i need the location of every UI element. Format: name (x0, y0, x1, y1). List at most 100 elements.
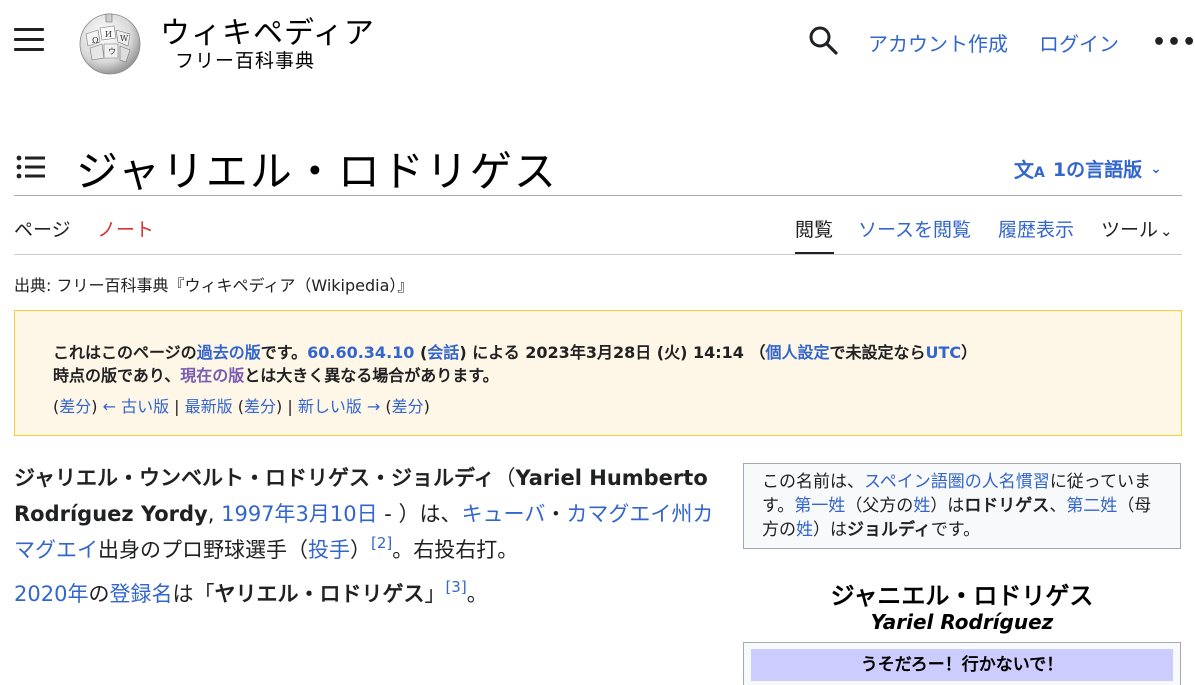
old-revision-notice: これはこのページの過去の版です。60.60.34.10 ( 会話) による 202… (14, 310, 1182, 436)
second-surname-link[interactable]: 第二姓 (1066, 496, 1117, 516)
svg-text:И: И (105, 30, 112, 39)
svg-text:W: W (120, 34, 129, 43)
diff-latest-link[interactable]: 差分 (244, 397, 276, 416)
tabs-divider (14, 254, 1182, 255)
text: ） (350, 538, 371, 562)
newer-revision-link[interactable]: 新しい版 → (298, 397, 381, 416)
wikipedia-globe-logo[interactable]: Ω И W ウ (72, 8, 148, 76)
svg-text:ウ: ウ (108, 47, 116, 56)
text: 。右投右打。 (392, 538, 519, 562)
hamburger-bar (14, 28, 44, 31)
chevron-down-icon: ⌄ (1160, 222, 1173, 240)
paren: ) (423, 397, 430, 416)
separator: | (169, 397, 185, 416)
notice-text: で未設定なら (829, 343, 926, 362)
old-revision-link[interactable]: 過去の版 (197, 343, 261, 362)
older-revision-link[interactable]: ← 古い版 (103, 397, 170, 416)
article-body: ジャリエル・ウンベルト・ロドリゲス・ジョルディ（Yariel Humberto … (14, 460, 730, 620)
svg-text:Ω: Ω (92, 36, 99, 45)
language-count-label: 1の言語版 (1052, 159, 1143, 181)
infobox-header-band: うそだろー！行かないで！ (751, 649, 1173, 681)
second-surname-value: ジョルディ (847, 520, 931, 540)
notice-text: ) による 2023年3月28日 (火) 14:14 （ (459, 343, 766, 362)
revision-navigation: (差分) ← 古い版 | 最新版 (差分) | 新しい版 → (差分) (53, 393, 430, 417)
text: 。 (466, 582, 488, 606)
page-title: ジャリエル・ロドリゲス (76, 147, 558, 196)
notice-line-1: これはこのページの過去の版です。60.60.34.10 (会話) による 202… (53, 339, 977, 363)
notice-text: とは大きく異なる場合があります。 (244, 366, 499, 385)
text: ）は (813, 520, 847, 540)
more-options-icon[interactable]: ••• (1152, 30, 1195, 55)
paren: ) | (276, 397, 298, 416)
infobox-title: ジャニエル・ロドリゲス (830, 582, 1094, 610)
title-divider (14, 195, 1182, 196)
tab-page[interactable]: ページ (14, 215, 71, 242)
diff-older-link[interactable]: 差分 (59, 397, 91, 416)
text: （父方の (845, 496, 914, 516)
text: ）は (930, 496, 965, 516)
camaguey-province-link[interactable]: カマグエイ州 (566, 502, 692, 526)
current-revision-link[interactable]: 現在の版 (180, 366, 244, 385)
infobox: うそだろー！行かないで！ (743, 642, 1181, 685)
notice-text: ） (961, 343, 978, 362)
registered-name: ヤリエル・ロドリゲス (214, 582, 425, 606)
paren: ) (91, 397, 103, 416)
tools-menu-button[interactable]: ツール ⌄ (1101, 215, 1173, 242)
site-tagline: フリー百科事典 (175, 50, 316, 72)
paren: ( (232, 397, 244, 416)
latest-revision-link[interactable]: 最新版 (185, 397, 233, 416)
login-link[interactable]: ログイン (1039, 28, 1119, 57)
cuba-link[interactable]: キューバ (462, 502, 546, 526)
spanish-naming-customs-link[interactable]: スペイン語圏の人名慣習 (864, 472, 1050, 492)
pitcher-link[interactable]: 投手 (308, 538, 350, 562)
notice-text: これはこのページの (53, 343, 197, 362)
lead-paragraph: ジャリエル・ウンベルト・ロドリゲス・ジョルディ（Yariel Humberto … (14, 460, 730, 568)
text: , (207, 502, 222, 526)
notice-text: です。 (260, 343, 308, 362)
year-2020-link[interactable]: 2020年 (14, 582, 88, 606)
create-account-link[interactable]: アカウント作成 (868, 28, 1008, 57)
notice-text: 時点の版であり、 (53, 366, 181, 385)
tab-history[interactable]: 履歴表示 (998, 215, 1074, 242)
first-surname-value: ロドリゲス (964, 496, 1050, 516)
search-icon[interactable] (805, 22, 841, 58)
hamburger-bar (14, 38, 44, 41)
registered-name-link[interactable]: 登録名 (109, 582, 172, 606)
text: 、 (1049, 496, 1067, 516)
language-switcher-button[interactable]: 文A 1の言語版 ⌄ (1014, 154, 1162, 183)
tab-read[interactable]: 閲覧 (795, 215, 833, 242)
tools-label: ツール (1101, 219, 1159, 241)
translate-icon: 文A (1014, 158, 1045, 182)
main-menu-button[interactable] (14, 28, 44, 54)
text: この名前は、 (762, 472, 864, 492)
diff-newer-link[interactable]: 差分 (392, 397, 424, 416)
chevron-down-icon: ⌄ (1150, 160, 1162, 177)
subject-name-ja: ジャリエル・ウンベルト・ロドリゲス・ジョルディ (14, 466, 495, 490)
text: - ）は、 (377, 502, 462, 526)
first-surname-link[interactable]: 第一姓 (794, 496, 845, 516)
birth-date-link[interactable]: 1997年3月10日 (221, 502, 378, 526)
table-of-contents-icon[interactable] (16, 154, 46, 180)
paren: ( (380, 397, 392, 416)
text: （ (494, 466, 516, 490)
notice-line-2: 時点の版であり、現在の版とは大きく異なる場合があります。 (53, 362, 499, 386)
source-line: 出典: フリー百科事典『ウィキペディア（Wikipedia）』 (14, 276, 414, 295)
preferences-link[interactable]: 個人設定 (765, 343, 829, 362)
reference-3-link[interactable]: [3] (445, 578, 466, 596)
second-paragraph: 2020年の登録名は「ヤリエル・ロドリゲス」[3]。 (14, 576, 730, 612)
text: ・ (545, 502, 567, 526)
editor-talk-link[interactable]: 会話 (427, 343, 459, 362)
tab-talk[interactable]: ノート (97, 215, 154, 242)
text: 出身のプロ野球選手（ (98, 538, 308, 562)
text: です。 (930, 520, 981, 540)
reference-2-link[interactable]: [2] (371, 534, 392, 552)
hamburger-bar (14, 48, 44, 51)
editor-ip-link[interactable]: 60.60.34.10 (307, 343, 414, 362)
utc-link[interactable]: UTC (926, 343, 962, 362)
tab-view-source[interactable]: ソースを閲覧 (858, 215, 971, 242)
site-header: Ω И W ウ ウィキペディア フリー百科事典 アカウント作成 ログイン ••• (0, 0, 1195, 90)
text: の (88, 582, 110, 606)
infobox-subtitle: Yariel Rodríguez (870, 610, 1054, 634)
surname-link[interactable]: 姓 (913, 496, 930, 516)
surname-link[interactable]: 姓 (796, 520, 813, 540)
